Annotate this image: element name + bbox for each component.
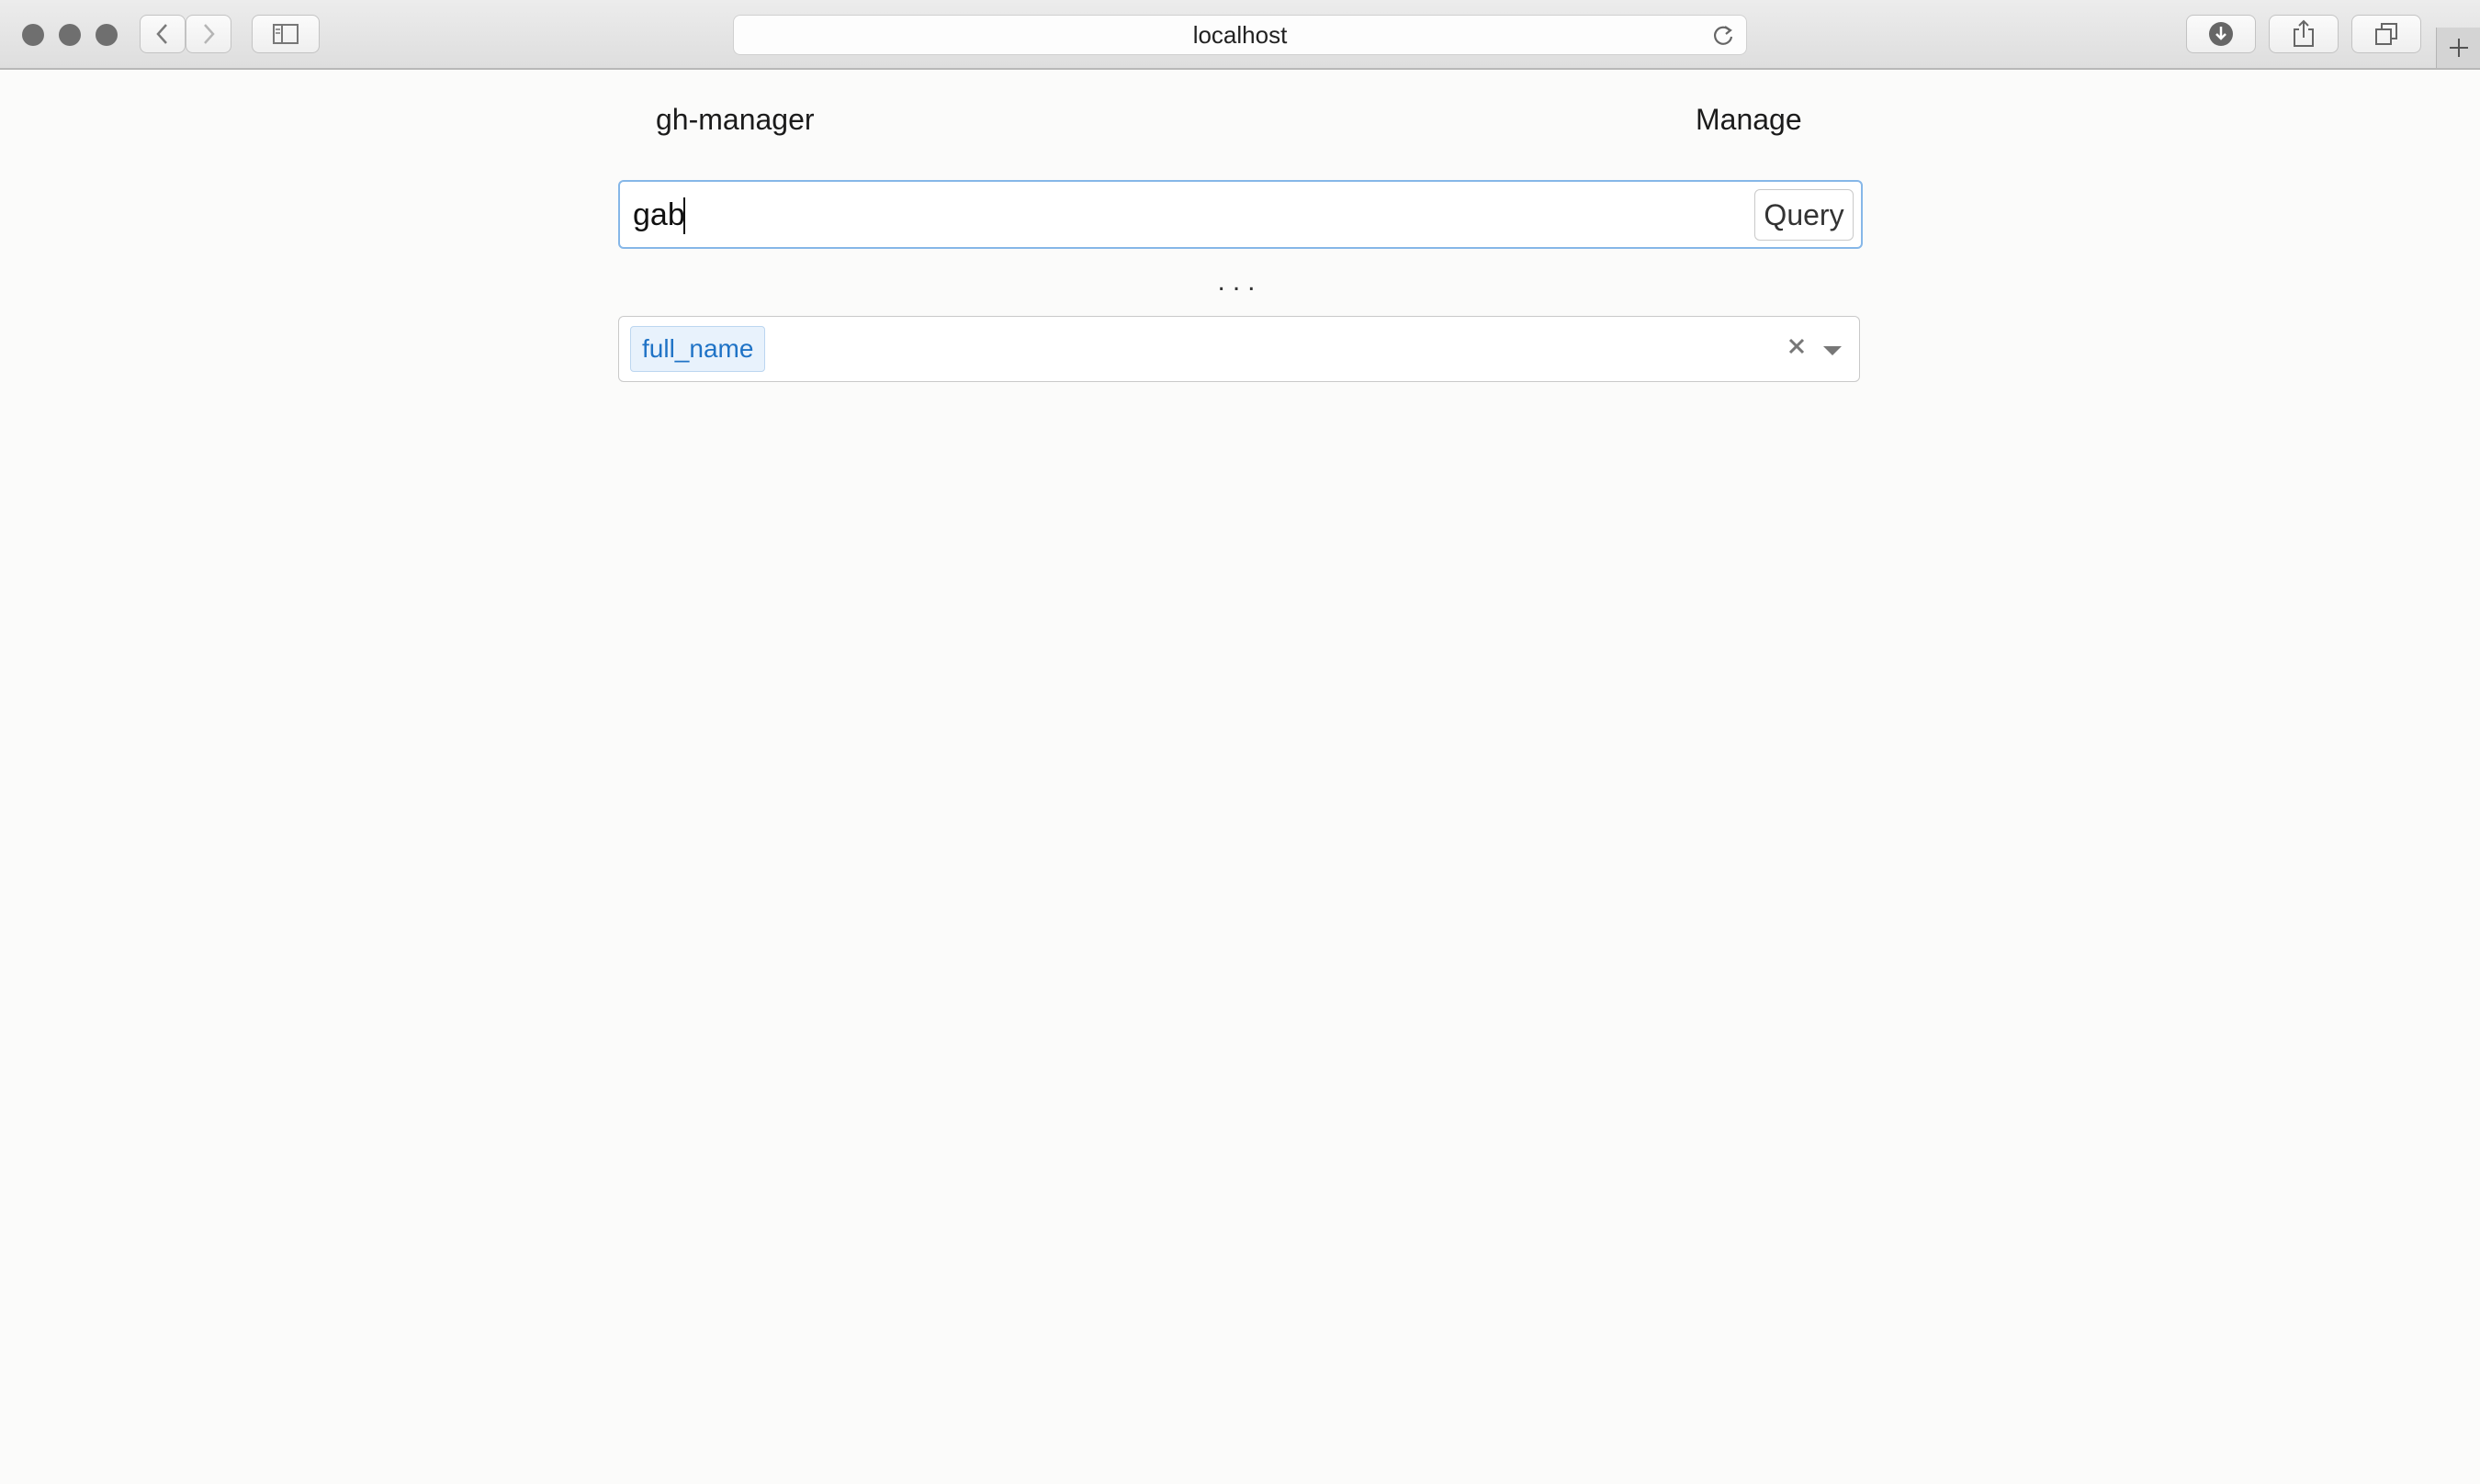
sidebar-icon	[273, 24, 299, 44]
browser-toolbar: localhost	[0, 0, 2480, 70]
new-tab-button[interactable]	[2436, 28, 2480, 68]
loading-indicator: ...	[1217, 266, 1263, 297]
query-button[interactable]: Query	[1754, 189, 1854, 241]
selected-field-tag[interactable]: full_name	[630, 326, 766, 372]
close-window-button[interactable]	[22, 24, 44, 46]
tabs-icon	[2375, 23, 2397, 45]
reload-icon[interactable]	[1711, 23, 1735, 53]
back-button[interactable]	[140, 15, 186, 53]
field-multiselect[interactable]: full_name	[618, 316, 1860, 382]
clear-icon[interactable]	[1786, 335, 1808, 362]
tabs-overview-button[interactable]	[2351, 15, 2421, 53]
plus-icon	[2449, 39, 2468, 57]
chevron-right-icon	[204, 24, 215, 44]
sidebar-button[interactable]	[252, 15, 320, 53]
manage-link[interactable]: Manage	[1696, 103, 1802, 137]
download-icon	[2209, 22, 2233, 46]
search-form: Query	[618, 180, 1863, 249]
forward-button[interactable]	[186, 15, 231, 53]
share-button[interactable]	[2269, 15, 2339, 53]
caret-down-icon[interactable]	[1822, 344, 1843, 361]
downloads-button[interactable]	[2186, 15, 2256, 53]
address-bar[interactable]: localhost	[733, 15, 1747, 55]
zoom-window-button[interactable]	[96, 24, 118, 46]
chevron-left-icon	[156, 24, 167, 44]
text-caret	[683, 197, 685, 234]
share-icon	[2294, 19, 2314, 47]
brand-link[interactable]: gh-manager	[656, 103, 815, 137]
minimize-window-button[interactable]	[59, 24, 81, 46]
search-input[interactable]	[633, 193, 1717, 237]
url-text: localhost	[1192, 20, 1288, 49]
